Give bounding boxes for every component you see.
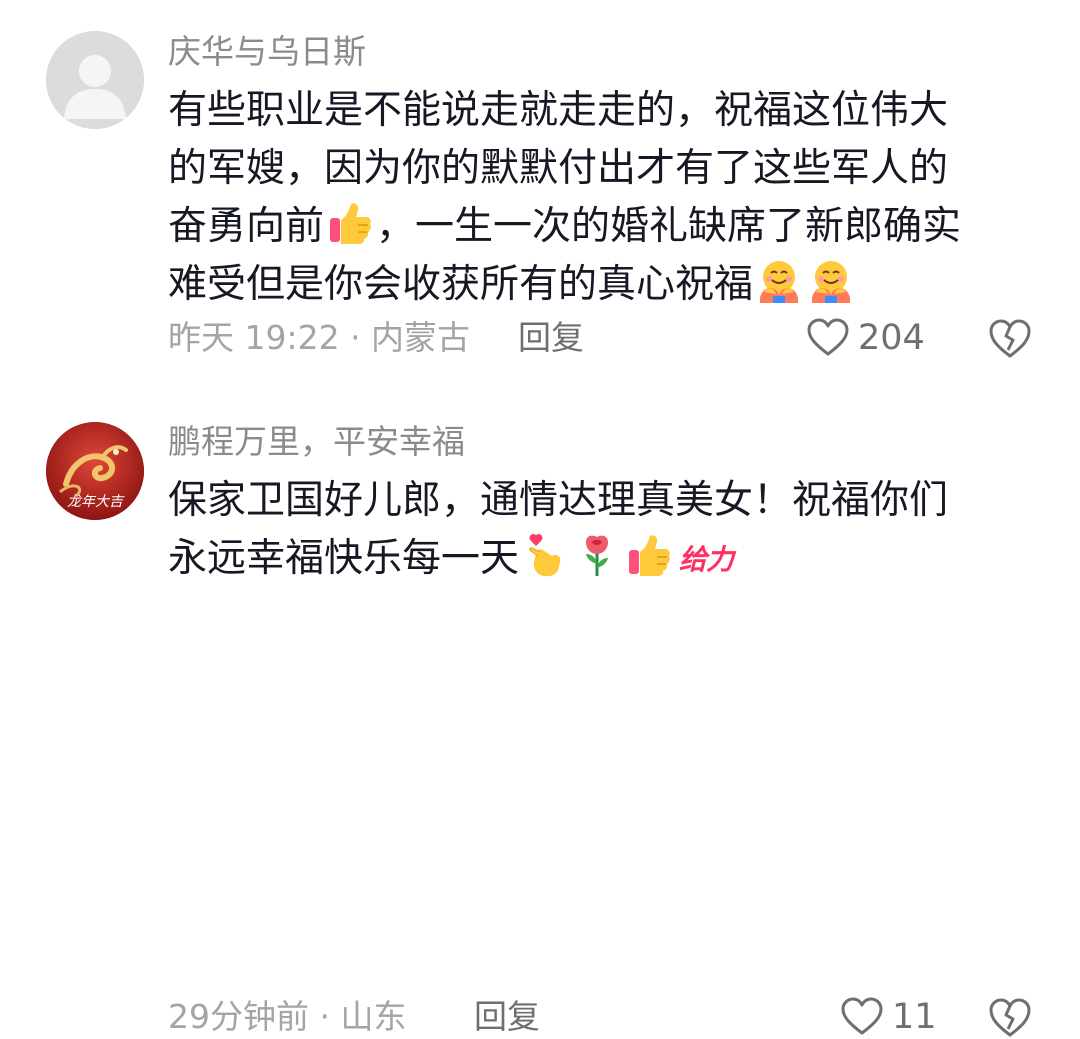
content-line: 永远幸福快乐每一天 给力 — [168, 530, 1048, 588]
rose-emoji-icon — [574, 532, 620, 578]
finger-heart-emoji-icon — [522, 532, 568, 578]
heart-outline-icon — [807, 318, 849, 356]
thumbs-up-emoji-icon — [327, 200, 373, 246]
broken-heart-icon — [989, 319, 1031, 358]
comment-meta: 昨天 19:22 · 内蒙古 回复 204 — [168, 318, 1048, 358]
reply-button[interactable]: 回复 — [474, 997, 540, 1037]
content-line: 保家卫国好儿郎，通情达理真美女！祝福你们 — [168, 478, 949, 523]
content-line: 奋勇向前 ，一生一次的婚礼缺席了新郎确实 — [168, 198, 1048, 256]
comment-meta: 29分钟前 · 山东 回复 11 — [168, 997, 1048, 1037]
thumbs-up-emoji-icon — [626, 532, 672, 578]
content-line: 难受但是你会收获所有的真心祝福 — [168, 256, 1048, 314]
content-line: 有些职业是不能说走就走走的，祝福这位伟大 — [168, 88, 949, 133]
content-text: 难受但是你会收获所有的真心祝福 — [168, 262, 754, 307]
content-text: 永远幸福快乐每一天 — [168, 536, 520, 581]
broken-heart-icon — [989, 998, 1031, 1037]
user-avatar[interactable]: 龙年大吉 — [46, 422, 144, 520]
geili-sticker: 给力 — [679, 543, 734, 576]
timestamp-location: 29分钟前 · 山东 — [168, 997, 407, 1036]
avatar-caption: 龙年大吉 — [67, 494, 125, 510]
user-avatar-default[interactable] — [46, 31, 144, 129]
heart-outline-icon — [841, 997, 883, 1035]
like-button[interactable]: 204 — [806, 318, 925, 358]
hug-emoji-icon — [808, 258, 854, 304]
comment-content: 有些职业是不能说走就走走的，祝福这位伟大 的军嫂，因为你的默默付出才有了这些军人… — [168, 82, 1048, 314]
like-button[interactable]: 11 — [840, 997, 937, 1037]
username[interactable]: 庆华与乌日斯 — [168, 32, 366, 72]
like-count: 204 — [858, 318, 925, 358]
dislike-button[interactable] — [988, 995, 1032, 1039]
hug-emoji-icon — [756, 258, 802, 304]
default-avatar-icon — [46, 31, 144, 129]
content-line: 的军嫂，因为你的默默付出才有了这些军人的 — [168, 146, 949, 191]
timestamp-location: 昨天 19:22 · 内蒙古 — [168, 318, 471, 357]
content-text: 奋勇向前 — [168, 204, 325, 249]
dislike-button[interactable] — [988, 316, 1032, 360]
dragon-avatar-icon: 龙年大吉 — [46, 422, 144, 520]
username[interactable]: 鹏程万里，平安幸福 — [168, 422, 465, 462]
comment-content: 保家卫国好儿郎，通情达理真美女！祝福你们 永远幸福快乐每一天 给力 — [168, 472, 1048, 588]
reply-button[interactable]: 回复 — [518, 318, 584, 358]
content-text: ，一生一次的婚礼缺席了新郎确实 — [376, 204, 962, 249]
like-count: 11 — [892, 997, 937, 1037]
